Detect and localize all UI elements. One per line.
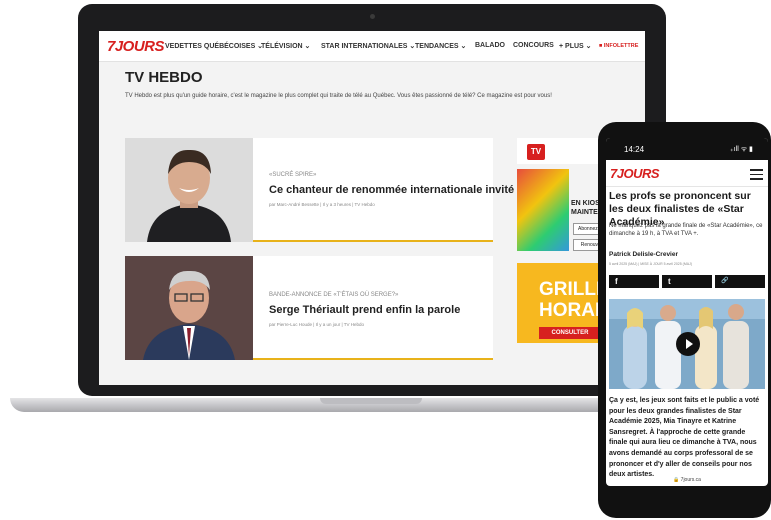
magazine-cover[interactable]	[517, 169, 569, 251]
site-logo[interactable]: 7JOURS	[610, 166, 660, 181]
nav-plus[interactable]: + PLUS ⌄	[559, 42, 592, 50]
article-image[interactable]	[125, 138, 253, 242]
url-bar[interactable]: 🔒 7jours.ca	[606, 477, 768, 483]
article-underline	[253, 240, 493, 242]
laptop-notch	[320, 398, 422, 404]
status-time: 14:24	[624, 145, 645, 154]
nav-infolettre[interactable]: ■ INFOLETTRE	[599, 43, 638, 49]
article-video-thumbnail[interactable]	[609, 299, 765, 389]
article-image[interactable]	[125, 256, 253, 360]
link-share-icon[interactable]: 🔗	[715, 275, 765, 288]
article-underline	[253, 358, 493, 360]
article-card[interactable]: «SUCRÉ SPIRE» Ce chanteur de renommée in…	[125, 138, 514, 242]
article-title[interactable]: Ce chanteur de renommée internationale i…	[269, 184, 514, 196]
article-body: Ça y est, les jeux sont faits et le publ…	[609, 397, 760, 479]
article-card[interactable]: BANDE-ANNONCE DE «T'ÉTAIS OÙ SERGE?» Ser…	[125, 256, 493, 360]
nav-balado[interactable]: BALADO	[475, 42, 505, 49]
status-bar: 14:24 ₊ıll ᯤ ▮	[606, 138, 768, 160]
article-meta: par Marc-André Bessette | Il y a 3 heure…	[269, 202, 375, 207]
facebook-share-icon[interactable]: f	[609, 275, 659, 288]
nav-concours[interactable]: CONCOURS	[513, 42, 554, 49]
play-button-icon[interactable]	[676, 332, 700, 356]
mobile-header: 7JOURS	[606, 160, 768, 187]
menu-icon[interactable]	[750, 169, 763, 183]
article-date: 5 avril 2025 (MAJ) | MISE À JOUR 5 avril…	[609, 262, 692, 266]
article-kicker: «SUCRÉ SPIRE»	[269, 172, 317, 178]
top-nav: 7JOURS VEDETTES QUÉBÉCOISES ⌄ TÉLÉVISION…	[99, 31, 645, 62]
article-author[interactable]: Patrick Delisle-Crevier	[609, 251, 678, 258]
article-meta: par Pierre-Luc Houde | Il y a un jour | …	[269, 322, 365, 327]
twitter-share-icon[interactable]: t	[662, 275, 712, 288]
tv-hebdo-logo[interactable]: TV	[527, 144, 545, 160]
article-lead: Ne manquez pas la grande finale de «Star…	[609, 223, 763, 237]
consulter-button[interactable]: CONSULTER	[539, 327, 601, 339]
nav-vedettes[interactable]: VEDETTES QUÉBÉCOISES ⌄	[165, 42, 263, 50]
signal-battery-icon: ₊ıll ᯤ ▮	[730, 146, 753, 153]
page-title: TV HEBDO	[125, 69, 203, 86]
article-title[interactable]: Serge Thériault prend enfin la parole	[269, 304, 460, 316]
camera-icon	[370, 14, 375, 19]
nav-television[interactable]: TÉLÉVISION ⌄	[261, 42, 310, 50]
article-kicker: BANDE-ANNONCE DE «T'ÉTAIS OÙ SERGE?»	[269, 292, 399, 298]
phone-screen: 14:24 ₊ıll ᯤ ▮ 7JOURS Les profs se prono…	[606, 138, 768, 486]
laptop-screen: 7JOURS VEDETTES QUÉBÉCOISES ⌄ TÉLÉVISION…	[99, 31, 645, 385]
page-description: TV Hebdo est plus qu'un guide horaire, c…	[125, 93, 552, 99]
nav-tendances[interactable]: TENDANCES ⌄	[415, 42, 466, 50]
site-logo[interactable]: 7JOURS	[107, 38, 165, 55]
nav-stars[interactable]: STAR INTERNATIONALES ⌄	[321, 42, 415, 50]
